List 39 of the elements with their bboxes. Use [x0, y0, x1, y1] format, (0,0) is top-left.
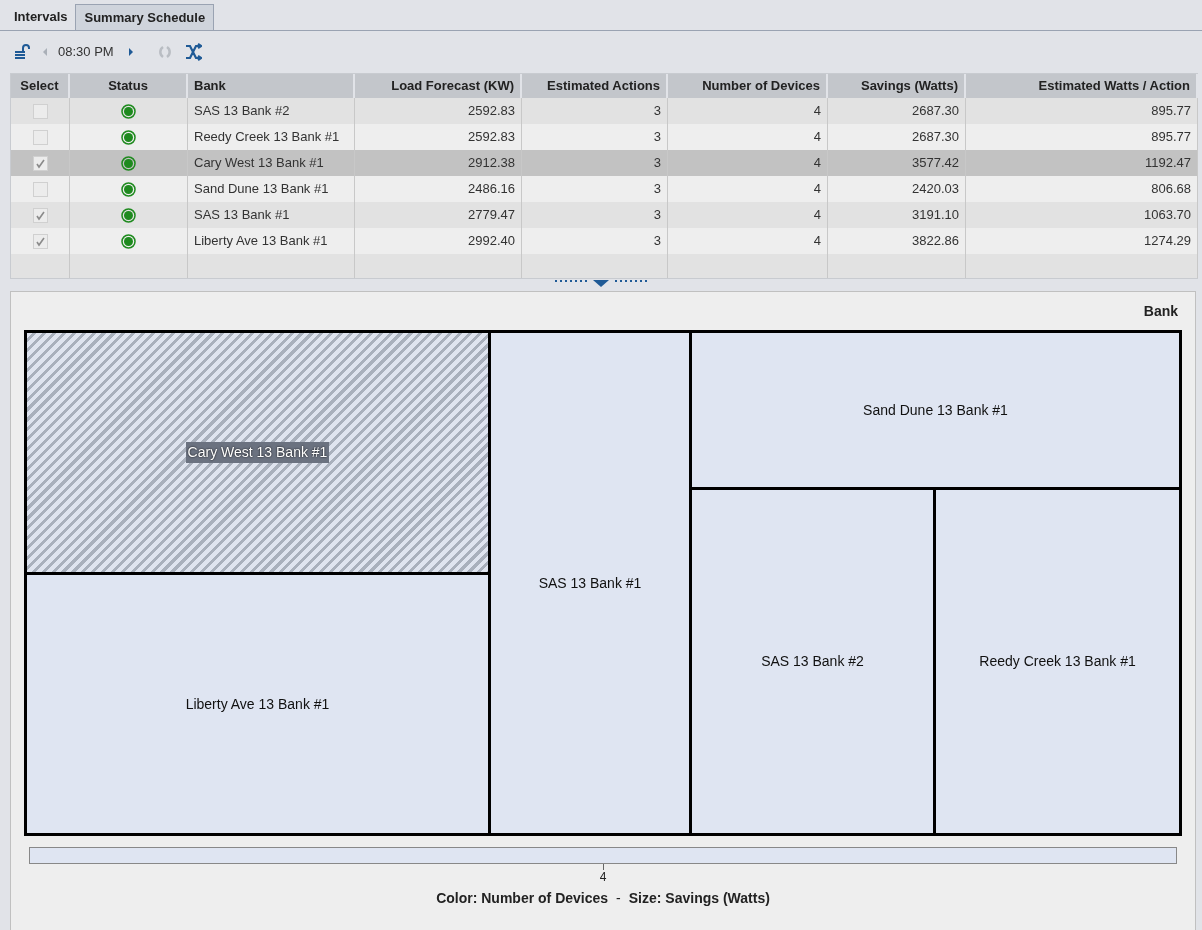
tile-label: Sand Dune 13 Bank #1: [863, 400, 1008, 420]
treemap-tile[interactable]: Cary West 13 Bank #1: [27, 333, 488, 575]
shuffle-icon[interactable]: [183, 43, 202, 61]
unlock-icon[interactable]: [14, 44, 32, 60]
separator: -: [616, 889, 621, 908]
tab[interactable]: Summary Schedule: [76, 4, 215, 30]
checkbox[interactable]: [32, 233, 48, 249]
table-row[interactable]: Sand Dune 13 Bank #1 2486.16 3 4 2420.03 806.68: [11, 176, 1197, 202]
treemap-tile[interactable]: SAS 13 Bank #2: [692, 490, 936, 833]
table-row[interactable]: Liberty Ave 13 Bank #1 2992.40 3 4 3822.86 1274.29: [11, 228, 1197, 254]
checkbox[interactable]: [32, 207, 48, 223]
splitter-handle[interactable]: [555, 279, 647, 288]
tile-label: Cary West 13 Bank #1: [185, 442, 330, 463]
checkbox[interactable]: [32, 155, 48, 171]
checkmark-icon: [34, 157, 46, 169]
tile-label: SAS 13 Bank #2: [761, 652, 864, 671]
size-label: Size: Savings (Watts): [628, 889, 770, 908]
treemap-tile[interactable]: Liberty Ave 13 Bank #1: [27, 575, 488, 833]
tile-label: SAS 13 Bank #1: [538, 573, 642, 593]
tile-label: Liberty Ave 13 Bank #1: [185, 694, 330, 714]
time-label: 08:30 PM: [58, 43, 114, 62]
treemap-tile[interactable]: SAS 13 Bank #1: [491, 333, 692, 833]
checkmark-icon: [34, 235, 46, 247]
checkmark-icon: [34, 209, 46, 221]
table-row[interactable]: Reedy Creek 13 Bank #1 2592.83 3 4 2687.30 895.77: [11, 124, 1197, 150]
checkbox[interactable]: [32, 181, 48, 197]
table-row[interactable]: Cary West 13 Bank #1 2912.38 3 4 3577.42 1192.47: [11, 150, 1197, 176]
treemap-title: Bank: [1143, 301, 1178, 321]
next-icon[interactable]: [127, 47, 134, 57]
tile-label: Reedy Creek 13 Bank #1: [979, 652, 1136, 671]
previous-icon[interactable]: [42, 47, 48, 57]
checkbox[interactable]: [32, 129, 48, 145]
legend-tick-label: 4: [599, 870, 607, 884]
treemap-tile[interactable]: Sand Dune 13 Bank #1: [692, 333, 1179, 490]
table-row[interactable]: SAS 13 Bank #1 2779.47 3 4 3191.10 1063.70: [11, 202, 1197, 228]
table-row[interactable]: SAS 13 Bank #2 2592.83 3 4 2687.30 895.77: [11, 98, 1197, 124]
treemap-tile[interactable]: Reedy Creek 13 Bank #1: [936, 490, 1179, 833]
color-label: Color: Number of Devices: [436, 889, 609, 908]
checkbox[interactable]: [32, 103, 48, 119]
